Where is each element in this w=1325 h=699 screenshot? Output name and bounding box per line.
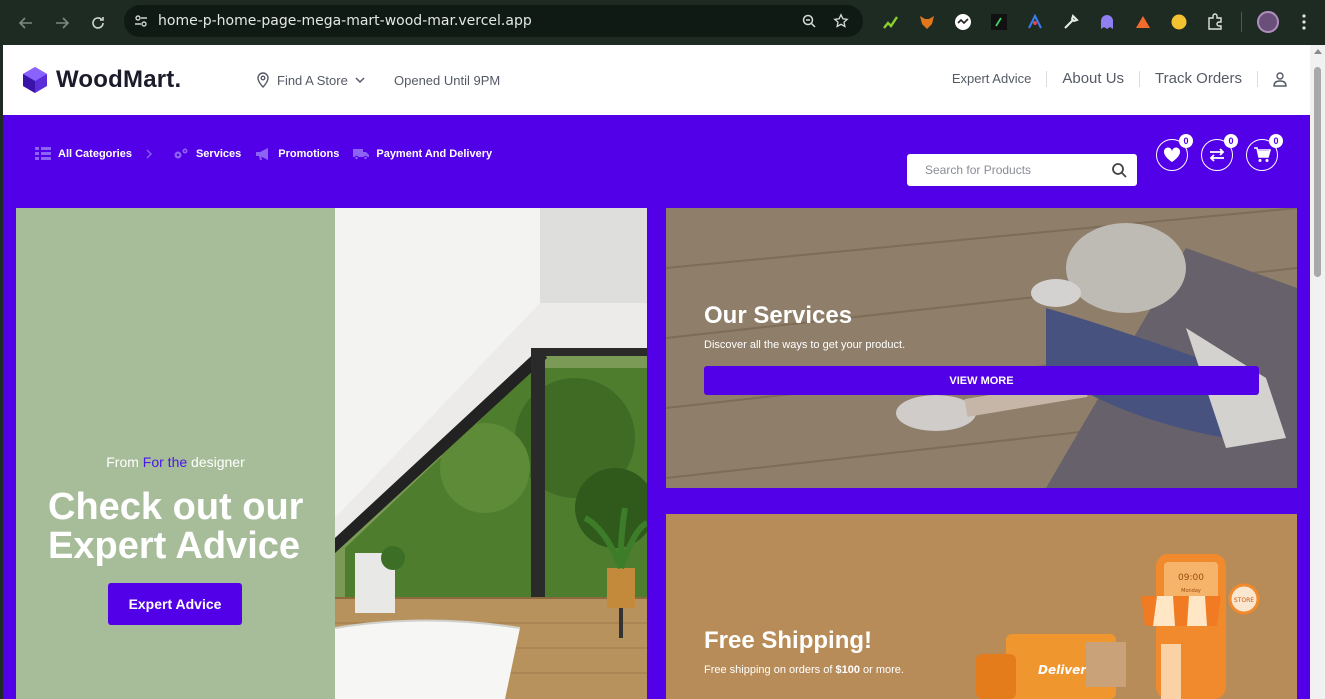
shipping-subtitle-text: Free shipping on orders of [704,664,836,676]
coin-extension-icon[interactable] [1161,8,1197,36]
wishlist-count-badge: 0 [1179,134,1193,148]
header-links: Expert Advice About Us Track Orders [937,71,1288,87]
free-shipping-card: 09:00 Monday STORE Delivery Free Shippin… [666,514,1297,699]
hero-banner: From For the designer Check out our Expe… [16,208,335,699]
menu-dots-icon[interactable] [1286,8,1322,36]
reload-icon [92,16,104,29]
store-sign-text: STORE [1234,597,1254,604]
webpage: WoodMart. Find A Store Opened Until 9PM … [3,45,1310,699]
terminal-extension-icon[interactable] [981,8,1017,36]
expert-advice-link[interactable]: Expert Advice [937,71,1048,87]
site-header: WoodMart. Find A Store Opened Until 9PM … [3,45,1310,115]
clock-day: Monday [1181,588,1201,594]
url-text[interactable]: home-p-home-page-mega-mart-wood-mar.verc… [158,13,793,29]
heart-icon [1163,147,1181,162]
fox-extension-icon[interactable] [909,8,945,36]
category-menu: All Categories Services Promotions Payme… [35,147,506,161]
megaphone-icon [256,148,269,160]
back-arrow-icon [18,16,32,29]
ghost-extension-icon[interactable] [1089,8,1125,36]
compare-count-badge: 0 [1224,134,1238,148]
all-categories-menu[interactable]: All Categories [35,147,153,161]
scroll-up-arrow-icon[interactable] [1314,49,1322,54]
address-bar[interactable]: home-p-home-page-mega-mart-wood-mar.verc… [124,5,863,37]
scrollbar-thumb[interactable] [1314,67,1321,277]
profile-avatar[interactable] [1250,8,1286,36]
user-account-icon[interactable] [1258,71,1288,87]
clock-time: 09:00 [1178,573,1204,583]
expert-advice-button[interactable]: Expert Advice [108,583,242,625]
compare-arrows-icon [1209,148,1225,162]
product-search [907,154,1137,186]
category-navbar: All Categories Services Promotions Payme… [3,115,1310,205]
reload-button[interactable] [80,5,116,41]
mountain-extension-icon[interactable] [1125,8,1161,36]
grid-menu-icon [35,147,51,160]
bathroom-image [335,208,647,699]
find-store-label: Find A Store [277,72,348,88]
gears-icon [174,148,188,159]
logo[interactable]: WoodMart. [20,65,181,95]
chart-extension-icon[interactable] [873,8,909,36]
bookmark-star-icon[interactable] [825,13,857,29]
find-store-dropdown[interactable]: Find A Store [255,72,366,88]
all-categories-label: All Categories [58,148,132,160]
chevron-right-icon [146,149,152,159]
services-subtitle: Discover all the ways to get your produc… [704,339,906,351]
truck-icon [353,149,370,161]
kicker-text-end: designer [187,454,245,470]
cart-button[interactable]: 0 [1246,134,1283,171]
kicker-highlight: For the [142,454,188,470]
toolbar-divider [1241,12,1242,32]
cart-count-badge: 0 [1269,134,1283,148]
shipping-title: Free Shipping! [704,627,872,654]
hero-kicker: From For the designer [16,454,335,470]
kicker-text: From [106,454,143,470]
shipping-threshold: $100 [835,664,860,676]
browser-toolbar: home-p-home-page-mega-mart-wood-mar.verc… [0,0,1325,45]
shipping-subtitle: Free shipping on orders of $100 or more. [704,664,904,676]
extensions-area [873,8,1322,36]
services-title: Our Services [704,302,853,329]
back-button[interactable] [8,5,44,41]
forward-arrow-icon [56,16,70,29]
puzzle-icon[interactable] [1197,8,1233,36]
promotions-label: Promotions [278,148,340,160]
track-orders-link[interactable]: Track Orders [1140,71,1258,87]
services-card: Our Services Discover all the ways to ge… [666,208,1297,488]
search-icon[interactable] [1101,162,1137,178]
zoom-icon[interactable] [793,13,825,29]
site-settings-icon[interactable] [124,13,158,29]
eyedropper-extension-icon[interactable] [1053,8,1089,36]
about-us-link[interactable]: About Us [1047,71,1141,87]
logo-text: WoodMart. [56,66,182,93]
shipping-subtitle-end: or more. [859,664,904,676]
cart-icon [1254,147,1271,162]
location-pin-icon [257,72,269,88]
logo-cube-icon [23,67,47,93]
compare-button[interactable]: 0 [1201,134,1238,171]
promotions-menu[interactable]: Promotions [255,147,339,161]
chevron-down-icon [355,77,365,84]
hero-title: Check out our Expert Advice [48,486,304,567]
view-more-button[interactable]: VIEW MORE [704,366,1259,395]
search-input[interactable] [907,163,1101,177]
wishlist-button[interactable]: 0 [1156,134,1193,171]
forward-button[interactable] [44,5,80,41]
payment-delivery-label: Payment And Delivery [376,148,493,160]
store-hours: Opened Until 9PM [394,73,501,88]
graph-extension-icon[interactable] [1017,8,1053,36]
payment-delivery-menu[interactable]: Payment And Delivery [353,147,492,161]
dots-extension-icon[interactable] [945,8,981,36]
page-scrollbar[interactable] [1310,45,1325,699]
services-label: Services [195,148,242,160]
services-menu[interactable]: Services [173,147,241,161]
